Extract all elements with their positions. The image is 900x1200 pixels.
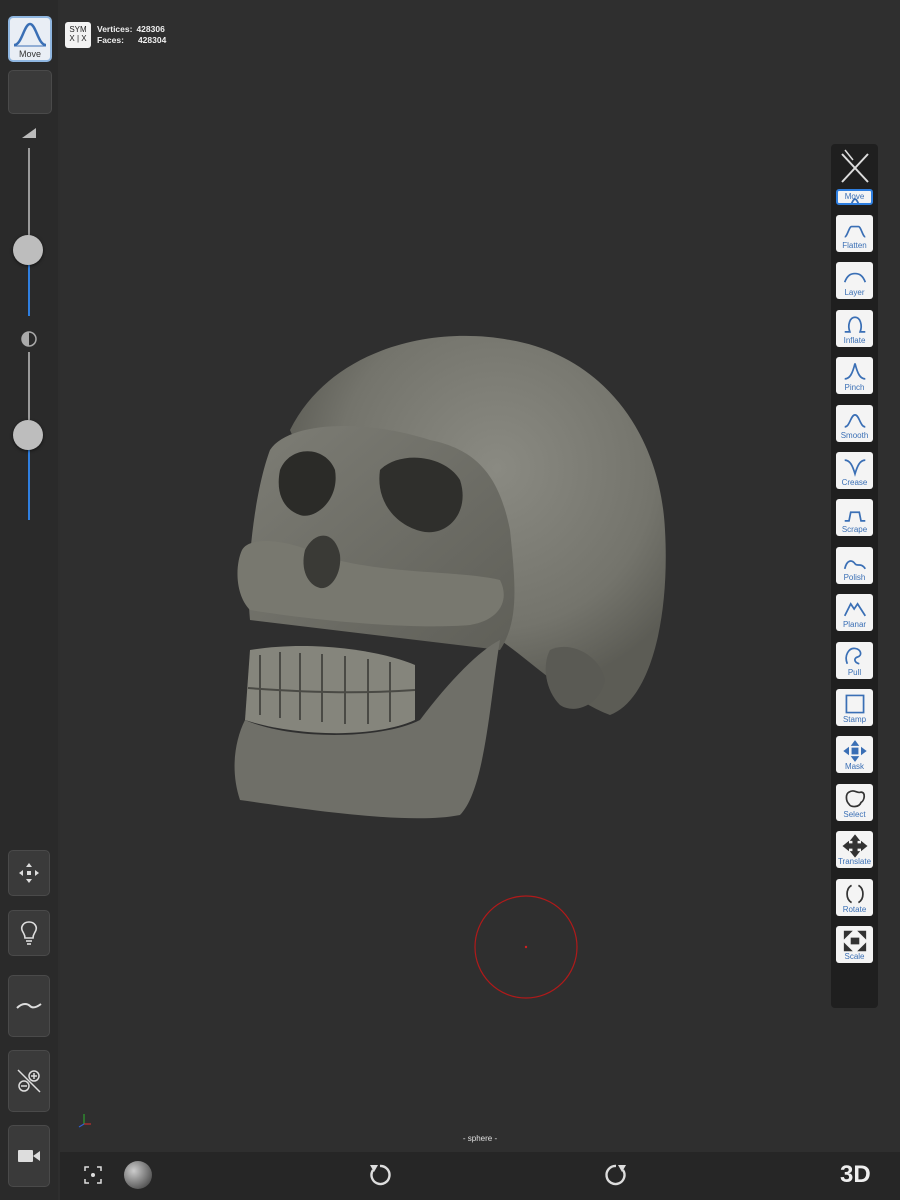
tool-pull[interactable]: Pull: [836, 641, 873, 679]
bottom-toolbar: 3D: [60, 1152, 900, 1200]
select-brush-icon: [845, 789, 865, 808]
tool-label: Layer: [844, 288, 865, 298]
undo-icon[interactable]: [367, 1162, 393, 1188]
tool-label: Move: [844, 192, 865, 201]
polish-brush-icon: [843, 560, 866, 570]
tool-label: Crease: [841, 478, 868, 487]
rotate-brush-icon: [845, 884, 864, 903]
tool-rotate[interactable]: Rotate: [836, 878, 873, 916]
add-remove-icon: [17, 1069, 41, 1093]
planar-brush-icon: [843, 602, 866, 617]
tool-scrape[interactable]: Scrape: [836, 499, 873, 537]
vertices-label: Vertices:: [97, 24, 133, 34]
skull-model[interactable]: [230, 320, 680, 830]
tool-label: Inflate: [843, 335, 866, 345]
tool-label: Stamp: [842, 715, 867, 724]
mesh-name-label: - sphere -: [462, 1134, 498, 1143]
intensity-slider-knob[interactable]: [13, 420, 43, 450]
vertices-value: 428306: [136, 24, 165, 34]
secondary-brush-slot[interactable]: [8, 70, 52, 114]
pinch-brush-icon: [844, 363, 865, 380]
brush-cursor-ring: [474, 895, 578, 999]
radius-slider-knob[interactable]: [13, 235, 43, 265]
pull-brush-icon: [844, 647, 861, 665]
stamp-brush-icon: [845, 694, 864, 714]
faces-label: Faces:: [97, 35, 124, 45]
tool-pinch[interactable]: Pinch: [836, 357, 873, 395]
stroke-button[interactable]: [8, 975, 50, 1037]
mask-brush-icon: [842, 740, 867, 763]
move-brush-icon: [13, 22, 47, 47]
mesh-stats: Vertices: 428306 Faces: 428304: [97, 24, 166, 46]
lightbulb-icon: [20, 921, 38, 945]
tool-label: Flatten: [842, 241, 867, 250]
tool-move[interactable]: Move: [836, 189, 873, 205]
symmetry-toggle-button[interactable]: [8, 1050, 50, 1112]
tool-smooth[interactable]: Smooth: [836, 404, 873, 442]
view-mode-toggle[interactable]: 3D: [840, 1161, 871, 1189]
stroke-curve-icon: [16, 1003, 42, 1009]
crease-brush-icon: [844, 459, 865, 477]
camera-button[interactable]: [8, 1125, 50, 1187]
lighting-button[interactable]: [8, 910, 50, 956]
left-toolbar: Move: [0, 0, 58, 1200]
current-brush-label: Move: [18, 49, 41, 59]
frame-view-icon[interactable]: [84, 1166, 102, 1184]
tool-label: Polish: [843, 572, 866, 582]
pan-button[interactable]: [8, 850, 50, 896]
tool-label: Smooth: [840, 430, 869, 440]
tool-scale[interactable]: Scale: [836, 926, 873, 963]
tool-label: Pull: [847, 667, 862, 677]
tool-mask[interactable]: Mask: [836, 736, 873, 774]
tool-polish[interactable]: Polish: [836, 546, 873, 584]
tool-stamp[interactable]: Stamp: [836, 689, 873, 726]
tool-label: Planar: [842, 620, 867, 630]
symmetry-badge[interactable]: SYM X | X: [65, 22, 91, 48]
tool-inflate[interactable]: Inflate: [836, 309, 873, 347]
axis-gizmo-icon: [78, 1114, 91, 1128]
symmetry-axes: X | X: [69, 34, 87, 43]
tool-label: Scrape: [841, 525, 868, 535]
video-camera-icon: [18, 1150, 40, 1162]
move-arrows-icon: [19, 863, 39, 883]
scale-brush-icon: [843, 930, 866, 952]
tool-layer[interactable]: Layer: [836, 262, 873, 300]
tool-label: Select: [843, 809, 866, 819]
tool-label: Rotate: [842, 904, 867, 914]
tool-label: Translate: [837, 857, 872, 867]
translate-brush-icon: [841, 834, 868, 858]
tool-label: Scale: [844, 952, 865, 961]
smooth-brush-icon: [843, 413, 866, 428]
redo-icon[interactable]: [603, 1162, 629, 1188]
layer-brush-icon: [843, 273, 866, 283]
tool-label: Pinch: [844, 383, 865, 393]
current-brush-button[interactable]: Move: [8, 16, 52, 62]
scrape-brush-icon: [844, 511, 865, 523]
radius-icon: [22, 128, 36, 138]
tool-crease[interactable]: Crease: [836, 452, 873, 489]
tool-label: Mask: [844, 762, 865, 772]
tool-planar[interactable]: Planar: [836, 594, 873, 632]
inflate-brush-icon: [844, 316, 865, 333]
close-tools-icon[interactable]: [839, 148, 871, 186]
tool-select[interactable]: Select: [836, 783, 873, 821]
brush-palette: Move Flatten Layer Inflate Pinch Smooth Crease…: [831, 144, 878, 1008]
matcap-sphere-icon[interactable]: [123, 1160, 153, 1190]
symmetry-label: SYM: [69, 25, 87, 34]
tool-translate[interactable]: Translate: [836, 831, 873, 869]
tool-flatten[interactable]: Flatten: [836, 215, 873, 252]
intensity-icon: [21, 331, 37, 347]
flatten-brush-icon: [843, 225, 866, 238]
faces-value: 428304: [137, 35, 167, 45]
